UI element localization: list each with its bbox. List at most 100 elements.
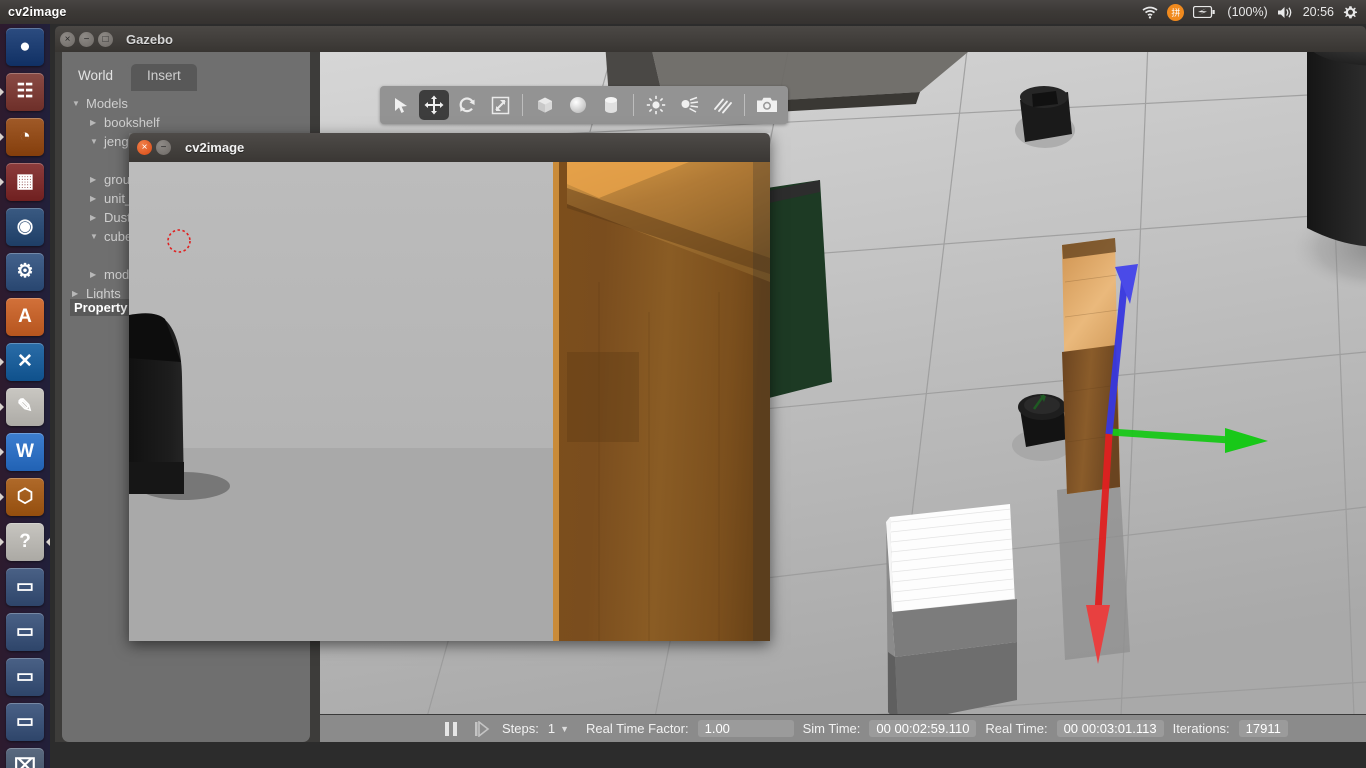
trash-icon: ⌧ — [6, 747, 44, 768]
launcher-item-disk-drive-1[interactable]: ▭ — [0, 564, 50, 609]
real-time-value: 00 00:03:01.113 — [1056, 720, 1164, 737]
gazebo-panel-tabs: World Insert — [62, 64, 199, 91]
cv2image-render — [129, 162, 770, 641]
property-header: Property — [70, 299, 132, 316]
chevron-down-icon[interactable]: ▼ — [560, 724, 569, 734]
cv2image-titlebar[interactable]: × − cv2image — [129, 133, 770, 162]
firefox-icon: ◔ — [6, 117, 44, 156]
iterations-label: Iterations: — [1172, 721, 1230, 736]
launcher-item-software-center[interactable]: A — [0, 294, 50, 339]
arrow-cursor-icon — [392, 96, 411, 115]
chevron-right-icon[interactable] — [90, 194, 104, 203]
launcher-item-settings[interactable]: ⚙ — [0, 249, 50, 294]
launcher-item-system-monitor[interactable]: ▦ — [0, 159, 50, 204]
insert-cylinder-button[interactable] — [596, 90, 626, 120]
tree-item-bookshelf[interactable]: bookshelf — [72, 113, 302, 132]
gazebo-minimize-button[interactable]: − — [79, 31, 94, 47]
launcher-item-ubuntu-dash[interactable]: ● — [0, 24, 50, 69]
translate-tool-button[interactable] — [419, 90, 449, 120]
settings-icon: ⚙ — [6, 252, 44, 291]
point-light-button[interactable] — [641, 90, 671, 120]
gazebo-window-title: Gazebo — [126, 31, 173, 47]
launcher-item-gazebo[interactable]: ◉ — [0, 204, 50, 249]
launcher-pip-left — [0, 537, 4, 546]
launcher-pip-left — [0, 87, 4, 96]
gazebo-toolbar[interactable] — [380, 86, 788, 124]
tree-item-models[interactable]: Models — [72, 94, 302, 113]
disk-drive-3-icon: ▭ — [6, 657, 44, 696]
tree-item-label: bookshelf — [104, 115, 160, 130]
real-time-factor-label: Real Time Factor: — [586, 721, 689, 736]
launcher-item-vs-code[interactable]: ✕ — [0, 339, 50, 384]
chevron-right-icon[interactable] — [72, 289, 86, 298]
launcher-pip-left — [0, 492, 4, 501]
ubuntu-top-panel: cv2image 拼 (100%) 20:56 — [0, 0, 1366, 24]
spot-light-icon — [679, 95, 699, 115]
insert-box-button[interactable] — [530, 90, 560, 120]
real-time-factor-value: 1.00 — [697, 720, 794, 737]
cv2image-canvas[interactable] — [129, 162, 770, 641]
cylinder-icon — [601, 95, 621, 115]
select-tool-button[interactable] — [386, 90, 416, 120]
gazebo-maximize-button[interactable]: □ — [98, 31, 113, 47]
battery-icon[interactable] — [1193, 6, 1216, 18]
pause-icon[interactable] — [440, 721, 462, 737]
unity-launcher: ● ☷ ◔ ▦ ◉ ⚙ A ✕ ✎ W ⬡? ▭ ▭ ▭ ▭ ⌧ — [0, 24, 50, 768]
wifi-icon[interactable] — [1142, 6, 1158, 19]
launcher-pip-left — [0, 132, 4, 141]
sim-time-label: Sim Time: — [802, 721, 861, 736]
top-panel-app-title: cv2image — [8, 5, 67, 19]
volume-icon[interactable] — [1277, 6, 1294, 19]
tree-item-label: Models — [86, 96, 128, 111]
toolbar-separator — [633, 94, 634, 116]
chevron-down-icon[interactable] — [90, 232, 104, 241]
launcher-item-text-editor[interactable]: ✎ — [0, 384, 50, 429]
launcher-item-files[interactable]: ☷ — [0, 69, 50, 114]
clock[interactable]: 20:56 — [1303, 5, 1334, 19]
tab-insert[interactable]: Insert — [131, 64, 197, 91]
desktop-screen: × − □ Gazebo WorldInsert Models bookshelf… — [0, 0, 1366, 768]
disk-drive-4-icon: ▭ — [6, 702, 44, 741]
insert-sphere-button[interactable] — [563, 90, 593, 120]
vs-code-icon: ✕ — [6, 342, 44, 381]
iterations-value: 17911 — [1238, 720, 1288, 737]
scale-tool-button[interactable] — [485, 90, 515, 120]
disk-drive-2-icon: ▭ — [6, 612, 44, 651]
chevron-right-icon[interactable] — [90, 175, 104, 184]
step-forward-icon[interactable] — [471, 720, 493, 737]
tab-world[interactable]: World — [62, 64, 130, 91]
launcher-item-wps-writer[interactable]: W — [0, 429, 50, 474]
ime-icon[interactable]: 拼 — [1167, 3, 1185, 21]
launcher-item-firefox[interactable]: ◔ — [0, 114, 50, 159]
chevron-right-icon[interactable] — [90, 118, 104, 127]
launcher-pip-left — [0, 402, 4, 411]
rotate-tool-button[interactable] — [452, 90, 482, 120]
launcher-item-disk-drive-4[interactable]: ▭ — [0, 699, 50, 744]
camera-icon — [756, 96, 778, 114]
launcher-item-trash[interactable]: ⌧ — [0, 744, 50, 768]
chevron-right-icon[interactable] — [90, 213, 104, 222]
steps-value[interactable]: 1 — [548, 721, 555, 736]
gazebo-close-button[interactable]: × — [60, 31, 75, 47]
text-editor-icon: ✎ — [6, 387, 44, 426]
cv2image-close-button[interactable]: × — [137, 140, 152, 155]
wps-writer-icon: W — [6, 432, 44, 471]
move-arrows-icon — [424, 95, 444, 115]
launcher-item-help[interactable]: ? — [0, 519, 50, 564]
launcher-item-sketchup[interactable]: ⬡ — [0, 474, 50, 519]
screenshot-button[interactable] — [752, 90, 782, 120]
launcher-item-disk-drive-3[interactable]: ▭ — [0, 654, 50, 699]
cv2image-minimize-button[interactable]: − — [156, 140, 171, 155]
directional-light-button[interactable] — [707, 90, 737, 120]
toolbar-separator — [522, 94, 523, 116]
system-monitor-icon: ▦ — [6, 162, 44, 201]
launcher-item-disk-drive-2[interactable]: ▭ — [0, 609, 50, 654]
gazebo-titlebar[interactable]: × − □ Gazebo — [55, 26, 1366, 52]
spot-light-button[interactable] — [674, 90, 704, 120]
sketchup-icon: ⬡ — [6, 477, 44, 516]
rotate-icon — [458, 96, 477, 115]
gear-icon[interactable] — [1343, 5, 1358, 20]
chevron-down-icon[interactable] — [72, 99, 86, 108]
chevron-right-icon[interactable] — [90, 270, 104, 279]
chevron-down-icon[interactable] — [90, 137, 104, 146]
